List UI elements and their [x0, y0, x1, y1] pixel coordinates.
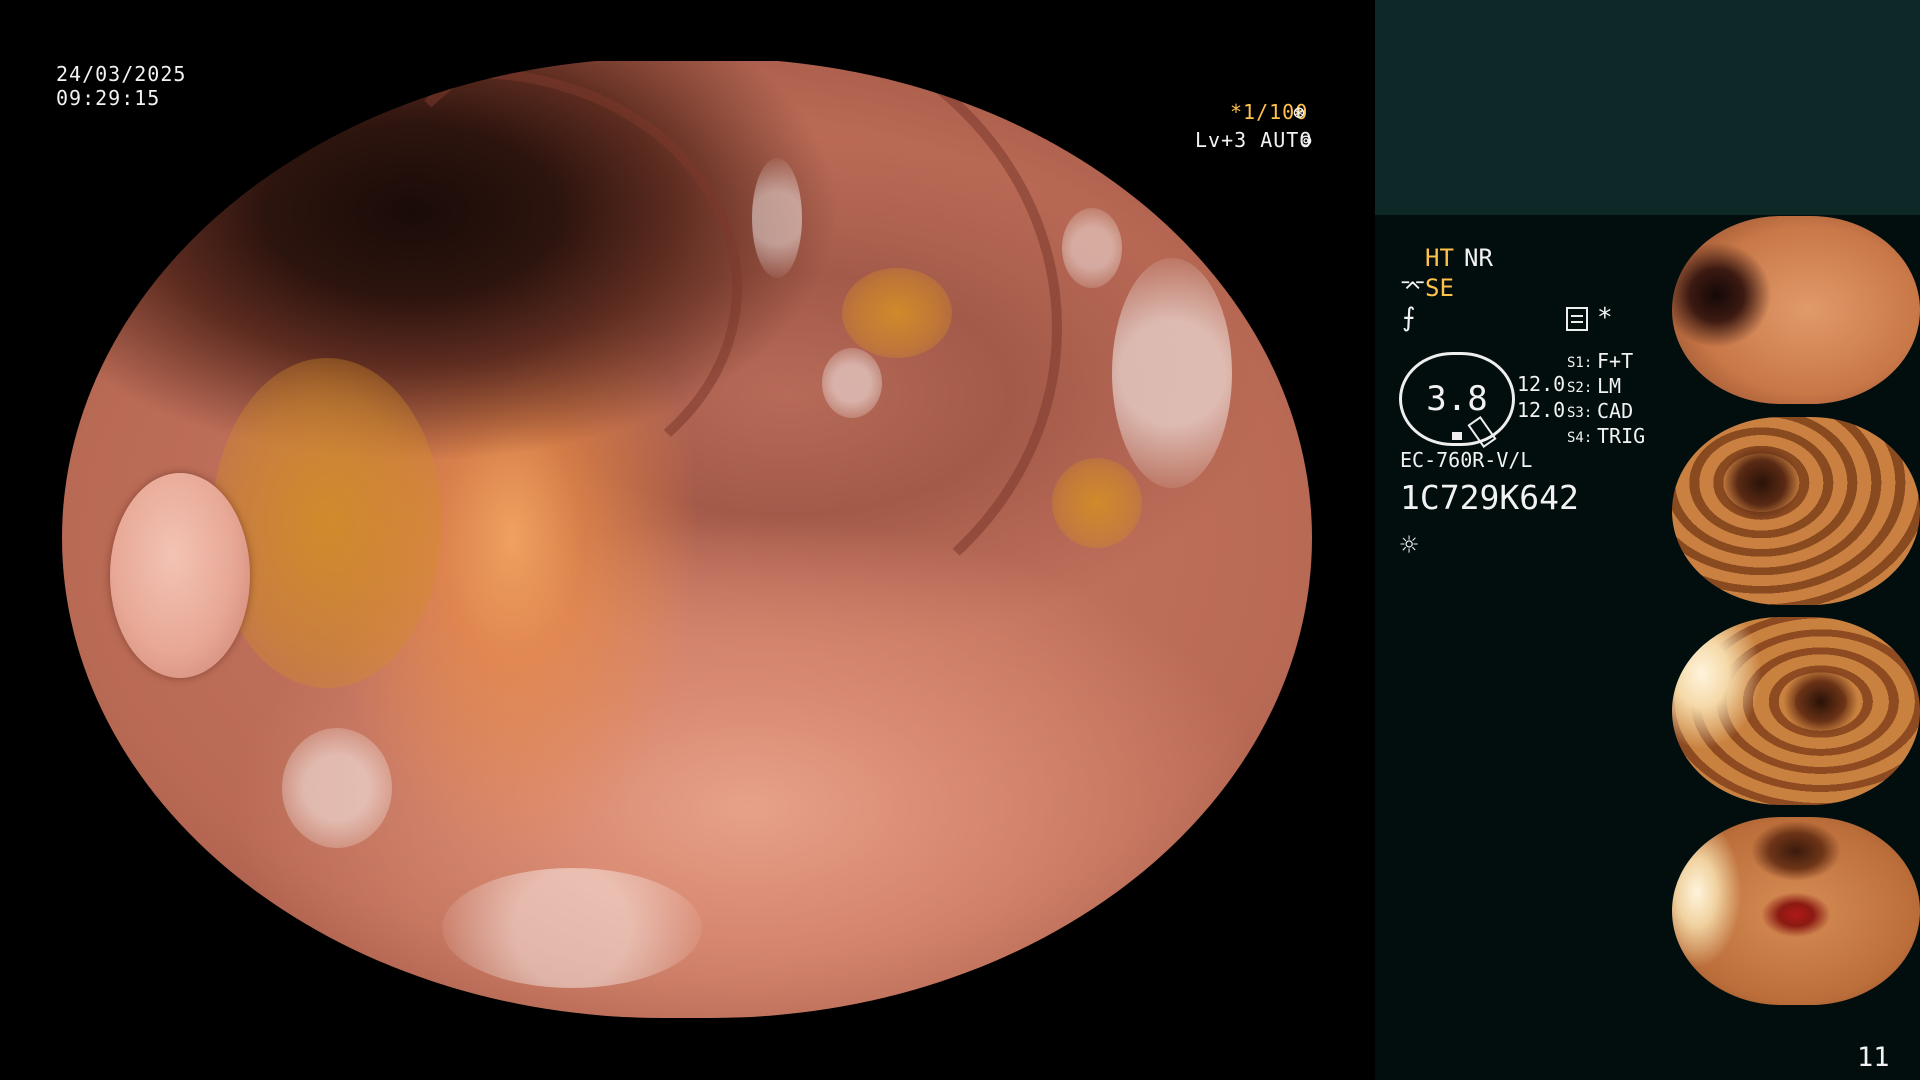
panel-header — [1375, 0, 1920, 215]
gauge-value-upper: 12.0 — [1517, 372, 1566, 396]
bile-residue — [842, 268, 952, 358]
thumbnail-id: 1C729K642 — [1676, 593, 1714, 601]
switch-2-value: LM — [1597, 374, 1622, 398]
captured-thumbnail[interactable]: 1C729K642 — [1672, 617, 1920, 805]
light-reflection — [1112, 258, 1232, 488]
light-reflection — [752, 158, 802, 278]
bile-residue — [1052, 458, 1142, 548]
structure-enhance-icon: ⌤ — [1400, 275, 1426, 300]
light-source-icon: ☼ — [1400, 528, 1419, 563]
switch-1-value: F+T — [1597, 349, 1634, 373]
ht-indicator: HT — [1425, 244, 1454, 272]
exam-time: 09:29:15 — [56, 86, 161, 110]
switch-3-value: CAD — [1597, 399, 1634, 423]
endoscope-live-view — [62, 61, 1312, 1018]
nr-indicator: NR — [1464, 244, 1493, 272]
auto-iris-icon: ⊚ — [1300, 128, 1314, 152]
light-reflection — [1062, 208, 1122, 288]
scope-serial: 1C729K642 — [1400, 478, 1579, 517]
light-reflection — [822, 348, 882, 418]
function-icon: ⨍ — [1402, 303, 1416, 333]
switch-1-label: S1: — [1567, 355, 1593, 371]
light-reflection — [282, 728, 392, 848]
gauge-marker-icon — [1452, 432, 1462, 440]
captured-thumbnail[interactable]: 1C729K642 — [1672, 417, 1920, 605]
polyp — [110, 473, 250, 678]
captured-thumbnail[interactable]: 1C729K642 — [1672, 216, 1920, 404]
se-indicator: SE — [1425, 274, 1454, 302]
thumbnail-id: 1C729K642 — [1676, 793, 1714, 801]
light-reflection — [442, 868, 702, 988]
shutter-icon: ⊛ — [1293, 100, 1307, 124]
switch-2-label: S2: — [1567, 380, 1593, 396]
scope-model: EC-760R-V/L — [1400, 448, 1533, 472]
captured-thumbnail[interactable]: 1C729K642 — [1672, 817, 1920, 1005]
switch-4-label: S4: — [1567, 430, 1593, 446]
switch-4-value: TRIG — [1597, 424, 1646, 448]
thumbnail-id: 1C729K642 — [1676, 993, 1714, 1001]
bile-residue — [212, 358, 442, 688]
exam-date: 24/03/2025 — [56, 62, 187, 86]
gauge-value-lower: 12.0 — [1517, 398, 1566, 422]
page-number: 11 — [1857, 1042, 1890, 1073]
asterisk-indicator: * — [1597, 303, 1613, 333]
gauge-value: 3.8 — [1426, 379, 1488, 419]
settings-menu-icon — [1566, 307, 1588, 331]
brightness-level: Lv+3 AUTO — [1195, 128, 1313, 152]
thumbnail-id: 1C729K642 — [1676, 392, 1714, 400]
switch-3-label: S3: — [1567, 405, 1593, 421]
